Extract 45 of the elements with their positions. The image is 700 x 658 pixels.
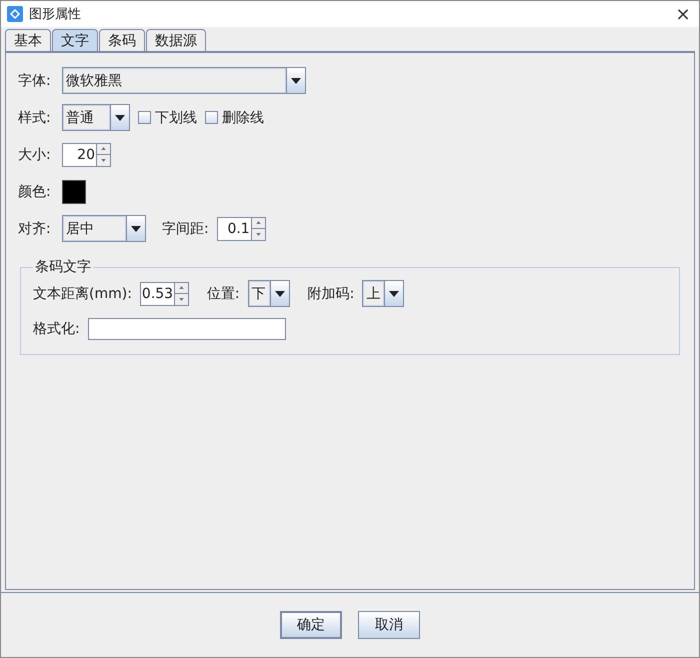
align-dropdown[interactable]: 居中 [62,215,146,242]
field-label: 大小: [18,146,52,164]
ok-button[interactable]: 确定 [280,611,342,639]
caret-icon [131,226,141,232]
checkbox-label[interactable]: 下划线 [155,108,197,126]
window-title: 图形属性 [29,6,82,23]
checkbox[interactable] [205,111,218,124]
checkbox-label[interactable]: 删除线 [222,108,264,126]
field-label: 字体: [18,72,52,90]
tab[interactable]: 数据源 [146,29,206,51]
field-label: 格式化: [33,320,80,338]
spacing-spinner[interactable]: 0.1 [216,216,251,240]
field-label: 附加码: [308,284,354,302]
distance-spinner[interactable]: 0.53 [140,282,174,306]
caret-icon [274,290,285,296]
up-caret-icon [101,147,106,150]
down-caret-icon [101,158,106,162]
up-caret-icon [256,221,261,224]
caret-icon [389,290,400,296]
position-dropdown[interactable]: 下 [248,280,290,307]
up-caret-icon [178,286,184,290]
field-label: 样式: [18,108,52,126]
addon-dropdown[interactable]: 上 [362,280,404,307]
down-caret-icon [178,298,184,301]
field-label: 颜色: [18,182,52,200]
field-label: 位置: [206,284,240,302]
checkbox[interactable] [138,111,151,124]
tab[interactable]: 基本 [5,29,51,51]
style-dropdown[interactable]: 普通 [62,104,130,131]
font-dropdown[interactable]: 微软雅黑 [62,67,306,94]
field-label: 字间距: [162,220,209,238]
field-label: 文本距离(mm): [33,284,132,302]
caret-icon [115,114,125,120]
field-label: 对齐: [18,220,52,238]
size-spinner[interactable]: 20 [62,142,96,166]
format-field[interactable] [88,318,286,340]
app-icon [7,6,23,22]
color-swatch[interactable] [62,180,86,204]
close-button[interactable]: × [673,4,693,24]
tab[interactable]: 文字 [52,29,98,51]
tab[interactable]: 条码 [99,29,145,51]
cancel-button[interactable]: 取消 [358,611,420,639]
group-title: 条码文字 [34,258,92,276]
down-caret-icon [256,232,261,236]
caret-icon [291,78,301,84]
